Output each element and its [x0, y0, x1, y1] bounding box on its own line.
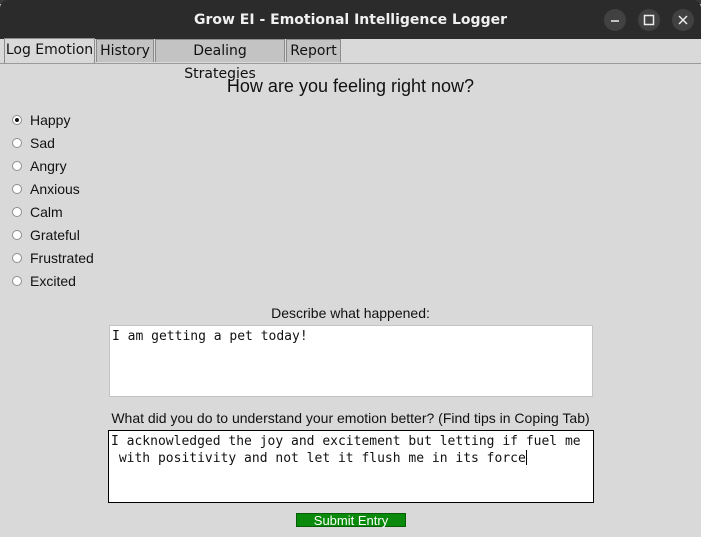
understand-text: I acknowledged the joy and excitement bu…	[111, 434, 581, 466]
radio-indicator[interactable]	[12, 138, 22, 148]
radio-label: Sad	[30, 135, 55, 151]
tab-log-emotion[interactable]: Log Emotion	[4, 38, 95, 63]
radio-label: Excited	[30, 273, 76, 289]
radio-indicator[interactable]	[12, 161, 22, 171]
close-icon[interactable]	[672, 9, 694, 31]
submit-entry-button[interactable]: Submit Entry	[296, 513, 406, 528]
window-title: Grow EI - Emotional Intelligence Logger	[193, 12, 507, 28]
understand-textarea[interactable]: I acknowledged the joy and excitement bu…	[108, 430, 594, 503]
text-cursor	[525, 450, 527, 465]
tab-divider	[0, 63, 701, 64]
understand-label: What did you do to understand your emoti…	[111, 410, 590, 426]
minimize-icon[interactable]	[604, 9, 626, 31]
radio-label: Happy	[30, 112, 71, 128]
radio-indicator[interactable]	[12, 207, 22, 217]
radio-indicator[interactable]	[12, 230, 22, 240]
radio-label: Frustrated	[30, 250, 94, 266]
maximize-icon[interactable]	[638, 9, 660, 31]
tab-history[interactable]: History	[96, 39, 154, 62]
describe-textarea[interactable]: I am getting a pet today!	[109, 325, 593, 397]
page-title: How are you feeling right now?	[226, 76, 475, 96]
tab-report[interactable]: Report	[286, 39, 341, 62]
window-titlebar[interactable]: Grow EI - Emotional Intelligence Logger	[0, 0, 701, 39]
radio-indicator[interactable]	[12, 253, 22, 263]
tab-dealing-strategies[interactable]: Dealing Strategies	[155, 39, 285, 82]
describe-text: I am getting a pet today!	[112, 329, 308, 344]
radio-indicator[interactable]	[12, 276, 22, 286]
radio-label: Grateful	[30, 227, 80, 243]
radio-label: Calm	[30, 204, 63, 220]
radio-indicator[interactable]	[12, 184, 22, 194]
describe-label: Describe what happened:	[271, 305, 430, 321]
radio-label: Anxious	[30, 181, 80, 197]
radio-label: Angry	[30, 158, 67, 174]
radio-indicator[interactable]	[12, 115, 22, 125]
